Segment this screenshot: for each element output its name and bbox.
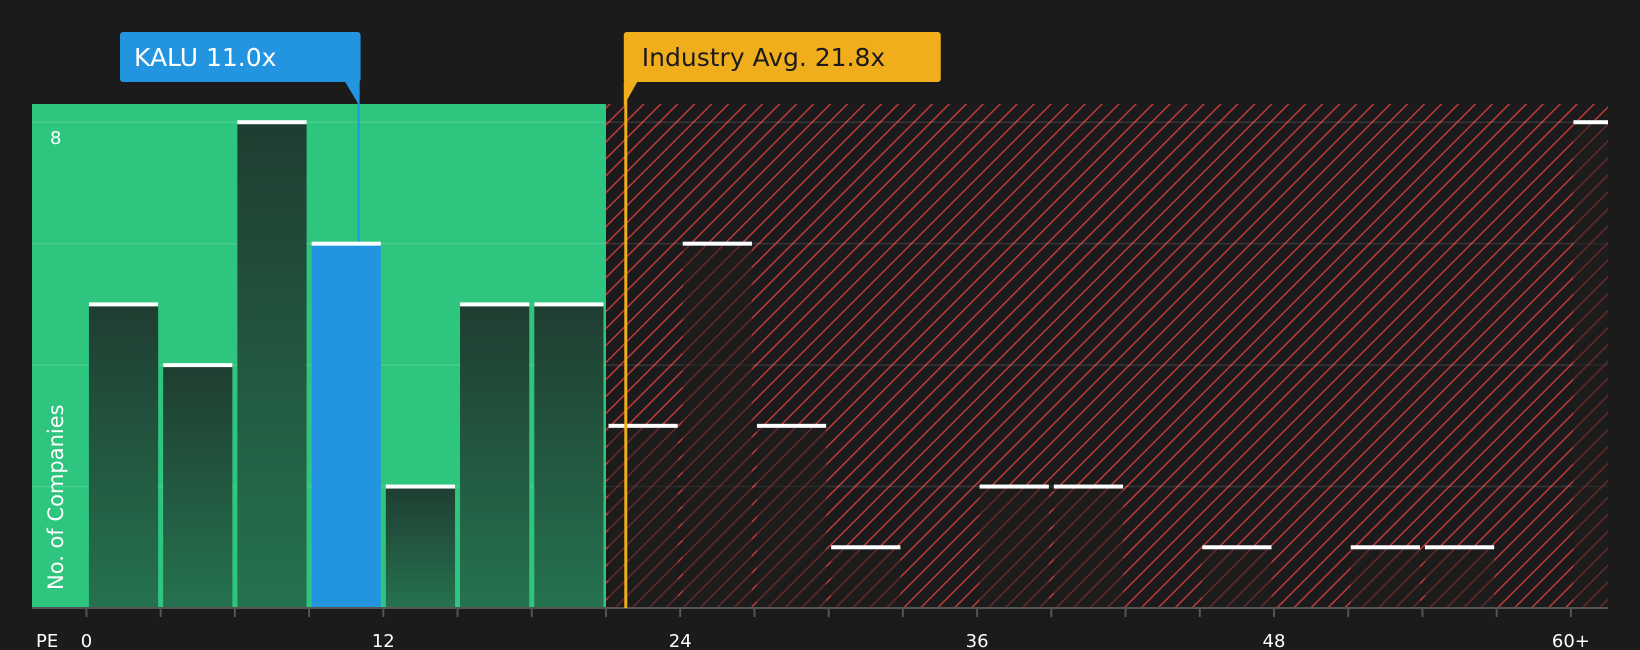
x-axis-label: PE: [36, 631, 58, 650]
histogram-bar: [311, 243, 381, 608]
histogram-bar: [534, 304, 604, 608]
pe-ratio-histogram: 0 12 24 36 48 60+ PE No. of Companies 8 KALU …: [32, 32, 1608, 650]
histogram-bar: [163, 365, 233, 608]
x-axis-ticks: 0 12 24 36 48 60+: [81, 608, 1590, 650]
histogram-bar: [1573, 122, 1608, 609]
x-tick-label: 36: [966, 631, 989, 650]
bar-top-marker: [311, 241, 381, 246]
histogram-bar: [1424, 547, 1495, 608]
bar-top-marker: [682, 241, 752, 246]
subject-label: KALU 11.0x: [134, 43, 276, 72]
bar-top-marker: [831, 545, 901, 550]
bar-top-marker: [1573, 120, 1608, 125]
bar-top-marker: [385, 484, 456, 489]
x-tick-label: 48: [1263, 631, 1286, 650]
subject-pointer: [344, 81, 360, 106]
histogram-bar: [1350, 547, 1420, 608]
bar-top-marker: [979, 484, 1049, 489]
histogram-bar: [831, 547, 901, 608]
x-tick-label: 0: [81, 631, 92, 650]
histogram-bar: [237, 122, 307, 609]
bar-top-marker: [1202, 545, 1272, 550]
histogram-bar: [1053, 486, 1124, 608]
bar-top-marker: [1350, 545, 1420, 550]
x-tick-label: 12: [372, 631, 395, 650]
histogram-bar: [608, 425, 678, 608]
industry-avg-pointer: [623, 81, 638, 106]
histogram-bar: [385, 486, 456, 608]
bar-top-marker: [1424, 545, 1495, 550]
bar-top-marker: [756, 423, 827, 428]
bar-top-marker: [534, 302, 604, 307]
bar-top-marker: [237, 120, 307, 125]
bar-top-marker: [608, 423, 678, 428]
histogram-bar: [979, 486, 1049, 608]
bar-top-marker: [88, 302, 159, 307]
bar-top-marker: [460, 302, 530, 307]
histogram-bar: [756, 425, 827, 608]
histogram-bar: [1202, 547, 1272, 608]
x-tick-label: 60+: [1552, 631, 1590, 650]
histogram-bar: [460, 304, 530, 608]
y-tick-label: 8: [50, 128, 61, 149]
bar-top-marker: [1053, 484, 1124, 489]
bar-top-marker: [163, 363, 233, 368]
industry-avg-label: Industry Avg. 21.8x: [642, 43, 885, 72]
histogram-bar: [682, 243, 752, 608]
histogram-bar: [88, 304, 159, 608]
y-axis-label: No. of Companies: [44, 404, 68, 590]
x-tick-label: 24: [669, 631, 692, 650]
